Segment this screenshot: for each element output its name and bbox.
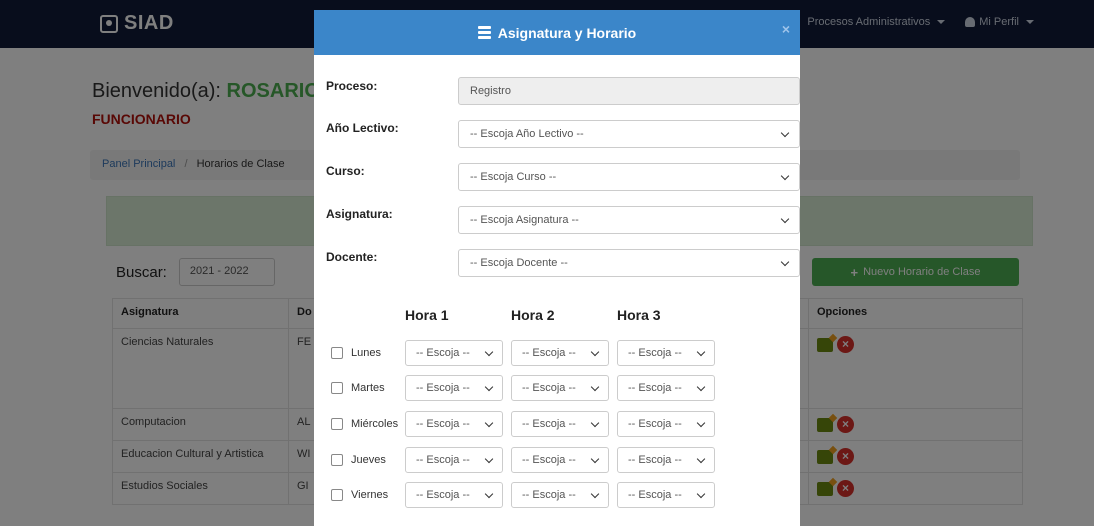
- select-value: -- Escoja --: [522, 489, 576, 501]
- field-docente: Docente: -- Escoja Docente --: [326, 227, 800, 277]
- select-value: -- Escoja --: [628, 418, 682, 430]
- day-label: Martes: [351, 382, 385, 394]
- chevron-down-icon: [590, 418, 600, 427]
- hora-1-header: Hora 1: [405, 307, 449, 323]
- chevron-down-icon: [590, 382, 600, 391]
- chevron-down-icon: [590, 347, 600, 356]
- day-row-viernes: Viernes: [331, 482, 407, 508]
- day-label: Jueves: [351, 454, 386, 466]
- martes-hora-3-select[interactable]: -- Escoja --: [617, 375, 715, 401]
- asignatura-value: -- Escoja Asignatura --: [470, 214, 579, 226]
- close-icon[interactable]: ×: [782, 21, 790, 37]
- day-checkbox[interactable]: [331, 347, 343, 359]
- curso-label: Curso:: [326, 164, 365, 178]
- chevron-down-icon: [484, 418, 494, 427]
- chevron-down-icon: [696, 382, 706, 391]
- day-checkbox[interactable]: [331, 382, 343, 394]
- select-value: -- Escoja --: [416, 454, 470, 466]
- day-row-martes: Martes: [331, 375, 407, 401]
- field-proceso: Proceso: Registro: [326, 55, 800, 105]
- hora-2-header: Hora 2: [511, 307, 555, 323]
- select-value: -- Escoja --: [416, 418, 470, 430]
- chevron-down-icon: [696, 489, 706, 498]
- select-value: -- Escoja --: [628, 382, 682, 394]
- select-value: -- Escoja --: [522, 347, 576, 359]
- viernes-hora-1-select[interactable]: -- Escoja --: [405, 482, 503, 508]
- viernes-hora-2-select[interactable]: -- Escoja --: [511, 482, 609, 508]
- asignatura-label: Asignatura:: [326, 207, 393, 221]
- hora-3-header: Hora 3: [617, 307, 661, 323]
- select-value: -- Escoja --: [416, 489, 470, 501]
- chevron-down-icon: [780, 257, 790, 266]
- day-checkbox[interactable]: [331, 489, 343, 501]
- lunes-hora-2-select[interactable]: -- Escoja --: [511, 340, 609, 366]
- select-value: -- Escoja --: [628, 347, 682, 359]
- martes-hora-2-select[interactable]: -- Escoja --: [511, 375, 609, 401]
- miercoles-hora-2-select[interactable]: -- Escoja --: [511, 411, 609, 437]
- select-value: -- Escoja --: [628, 454, 682, 466]
- select-value: -- Escoja --: [628, 489, 682, 501]
- jueves-hora-2-select[interactable]: -- Escoja --: [511, 447, 609, 473]
- asignatura-horario-modal: Asignatura y Horario × Proceso: Registro…: [314, 10, 800, 526]
- field-anio-lectivo: Año Lectivo: -- Escoja Año Lectivo --: [326, 98, 800, 148]
- day-row-jueves: Jueves: [331, 447, 407, 473]
- list-icon: [477, 26, 491, 39]
- chevron-down-icon: [780, 171, 790, 180]
- chevron-down-icon: [484, 489, 494, 498]
- modal-body: Proceso: Registro Año Lectivo: -- Escoja…: [314, 55, 800, 277]
- docente-label: Docente:: [326, 250, 378, 264]
- chevron-down-icon: [484, 347, 494, 356]
- select-value: -- Escoja --: [522, 382, 576, 394]
- proceso-value: Registro: [470, 85, 511, 97]
- martes-hora-1-select[interactable]: -- Escoja --: [405, 375, 503, 401]
- field-asignatura: Asignatura: -- Escoja Asignatura --: [326, 184, 800, 234]
- day-row-lunes: Lunes: [331, 340, 407, 366]
- docente-value: -- Escoja Docente --: [470, 257, 568, 269]
- curso-value: -- Escoja Curso --: [470, 171, 557, 183]
- proceso-label: Proceso:: [326, 79, 378, 93]
- docente-select[interactable]: -- Escoja Docente --: [458, 249, 800, 277]
- lunes-hora-3-select[interactable]: -- Escoja --: [617, 340, 715, 366]
- chevron-down-icon: [484, 382, 494, 391]
- modal-header: Asignatura y Horario ×: [314, 10, 800, 55]
- anio-lectivo-label: Año Lectivo:: [326, 121, 399, 135]
- select-value: -- Escoja --: [522, 418, 576, 430]
- anio-lectivo-value: -- Escoja Año Lectivo --: [470, 128, 584, 140]
- day-label: Viernes: [351, 489, 389, 501]
- chevron-down-icon: [696, 347, 706, 356]
- select-value: -- Escoja --: [416, 347, 470, 359]
- chevron-down-icon: [696, 454, 706, 463]
- chevron-down-icon: [780, 214, 790, 223]
- miercoles-hora-1-select[interactable]: -- Escoja --: [405, 411, 503, 437]
- jueves-hora-1-select[interactable]: -- Escoja --: [405, 447, 503, 473]
- day-label: Miércoles: [351, 418, 399, 430]
- miercoles-hora-3-select[interactable]: -- Escoja --: [617, 411, 715, 437]
- chevron-down-icon: [484, 454, 494, 463]
- chevron-down-icon: [590, 454, 600, 463]
- chevron-down-icon: [780, 128, 790, 137]
- chevron-down-icon: [590, 489, 600, 498]
- modal-title: Asignatura y Horario: [497, 24, 637, 41]
- day-label: Lunes: [351, 347, 381, 359]
- chevron-down-icon: [696, 418, 706, 427]
- lunes-hora-1-select[interactable]: -- Escoja --: [405, 340, 503, 366]
- viernes-hora-3-select[interactable]: -- Escoja --: [617, 482, 715, 508]
- field-curso: Curso: -- Escoja Curso --: [326, 141, 800, 191]
- select-value: -- Escoja --: [416, 382, 470, 394]
- jueves-hora-3-select[interactable]: -- Escoja --: [617, 447, 715, 473]
- day-checkbox[interactable]: [331, 418, 343, 430]
- day-checkbox[interactable]: [331, 454, 343, 466]
- select-value: -- Escoja --: [522, 454, 576, 466]
- day-row-miercoles: Miércoles: [331, 411, 407, 437]
